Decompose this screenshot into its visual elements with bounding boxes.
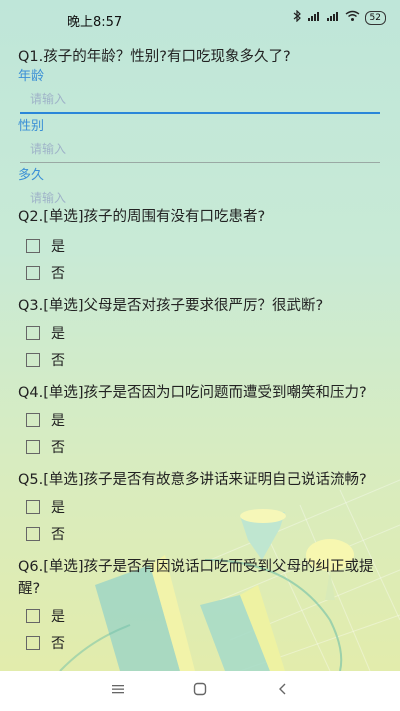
questionnaire: Q1.孩子的年龄？性别?有口吃现象多久了? 年龄 性别 多久 Q2.[单选]孩子… <box>0 36 400 656</box>
checkbox[interactable] <box>26 608 40 623</box>
option-label: 否 <box>51 439 65 456</box>
question-3-title: Q3.[单选]父母是否对孩子要求很严厉？很武断? <box>18 298 324 314</box>
age-label: 年龄 <box>18 69 45 84</box>
question-4-title: Q4.[单选]孩子是否因为口吃问题而遭受到嘲笑和压力? <box>18 385 367 401</box>
question-1-title: Q1.孩子的年龄？性别?有口吃现象多久了? <box>18 49 291 65</box>
back-button[interactable] <box>252 682 312 700</box>
signal-1-icon <box>307 10 321 25</box>
signal-2-icon <box>326 10 340 25</box>
status-time: 晚上8:57 <box>67 15 123 30</box>
gender-label: 性别 <box>18 119 45 134</box>
duration-input-wrapper <box>20 187 390 211</box>
menu-button[interactable] <box>88 683 148 699</box>
question-1: Q1.孩子的年龄？性别?有口吃现象多久了? 年龄 性别 多久 <box>0 36 400 209</box>
checkbox[interactable] <box>26 439 40 454</box>
home-icon <box>193 682 207 696</box>
checkbox[interactable] <box>26 352 40 367</box>
duration-label: 多久 <box>18 168 45 183</box>
question-4-option-yes[interactable]: 是 <box>0 406 400 433</box>
question-6: Q6.[单选]孩子是否有因说话口吃而受到父母的纠正或提醒? 是 否 <box>0 556 400 656</box>
option-label: 是 <box>51 412 65 429</box>
option-label: 是 <box>51 499 65 516</box>
checkbox[interactable] <box>26 325 40 340</box>
option-label: 否 <box>51 635 65 652</box>
gender-input[interactable] <box>20 138 390 160</box>
age-input-wrapper <box>20 88 390 114</box>
back-icon <box>279 683 286 695</box>
system-navigation-bar <box>0 671 400 711</box>
checkbox[interactable] <box>26 238 40 253</box>
battery-indicator: 52 <box>364 10 386 25</box>
duration-input[interactable] <box>20 187 390 209</box>
question-5-title: Q5.[单选]孩子是否有故意多讲话来证明自己说话流畅? <box>18 472 367 488</box>
status-bar: 晚上8:57 52 <box>0 0 400 36</box>
option-label: 是 <box>51 608 65 625</box>
wifi-icon <box>345 10 360 25</box>
checkbox[interactable] <box>26 526 40 541</box>
question-3-option-no[interactable]: 否 <box>0 346 400 373</box>
question-2-option-yes[interactable]: 是 <box>0 232 400 259</box>
question-5-option-no[interactable]: 否 <box>0 520 400 547</box>
checkbox[interactable] <box>26 635 40 650</box>
question-2: Q2.[单选]孩子的周围有没有口吃患者? 是 否 <box>0 206 400 286</box>
menu-icon <box>112 685 124 694</box>
option-label: 是 <box>51 325 65 342</box>
option-label: 否 <box>51 526 65 543</box>
option-label: 否 <box>51 265 65 282</box>
question-6-title: Q6.[单选]孩子是否有因说话口吃而受到父母的纠正或提醒? <box>18 559 374 597</box>
question-4: Q4.[单选]孩子是否因为口吃问题而遭受到嘲笑和压力? 是 否 <box>0 382 400 460</box>
question-5: Q5.[单选]孩子是否有故意多讲话来证明自己说话流畅? 是 否 <box>0 469 400 547</box>
question-6-option-no[interactable]: 否 <box>0 629 400 656</box>
gender-input-wrapper <box>20 138 390 163</box>
option-label: 是 <box>51 238 65 255</box>
checkbox[interactable] <box>26 499 40 514</box>
age-input[interactable] <box>20 88 390 110</box>
checkbox[interactable] <box>26 412 40 427</box>
question-6-option-yes[interactable]: 是 <box>0 602 400 629</box>
question-3-option-yes[interactable]: 是 <box>0 319 400 346</box>
home-button[interactable] <box>170 682 230 700</box>
checkbox[interactable] <box>26 265 40 280</box>
question-3: Q3.[单选]父母是否对孩子要求很严厉？很武断? 是 否 <box>0 295 400 373</box>
question-5-option-yes[interactable]: 是 <box>0 493 400 520</box>
option-label: 否 <box>51 352 65 369</box>
question-4-option-no[interactable]: 否 <box>0 433 400 460</box>
question-2-option-no[interactable]: 否 <box>0 259 400 286</box>
status-icons: 52 <box>293 9 386 25</box>
bluetooth-icon <box>293 9 302 25</box>
